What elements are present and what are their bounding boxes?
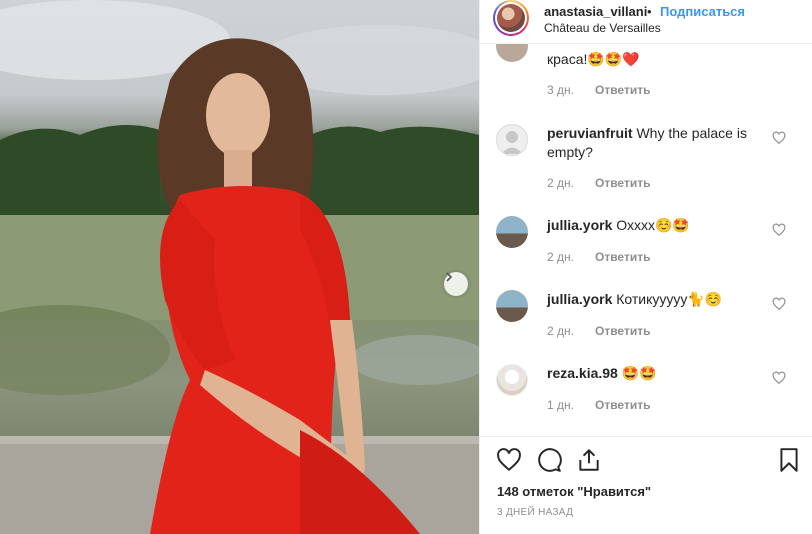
follow-button[interactable]: Подписаться [660, 4, 745, 19]
comment-icon[interactable] [536, 447, 562, 473]
commenter-avatar[interactable] [496, 290, 528, 322]
comment-text: jullia.york Котикууууу🐈☺️ [547, 290, 767, 309]
reply-button[interactable]: Ответить [595, 324, 650, 338]
comment-body: Охххх☺️🤩 [616, 217, 690, 233]
heart-icon[interactable] [496, 447, 522, 473]
comment-username[interactable]: peruvianfruit [547, 125, 633, 141]
post-date[interactable]: 3 ДНЕЙ НАЗАД [497, 507, 573, 518]
comment-like-icon[interactable] [772, 223, 786, 237]
header-separator: • [647, 4, 652, 19]
commenter-avatar[interactable] [496, 124, 528, 156]
comment-like-icon[interactable] [772, 131, 786, 145]
comment-age: 2 дн. [547, 176, 574, 190]
comment-text: reza.kia.98 🤩🤩 [547, 364, 767, 383]
comment-body: краса!🤩🤩❤️ [547, 51, 640, 67]
photo-illustration [0, 0, 479, 534]
comment-like-icon[interactable] [772, 297, 786, 311]
post-location[interactable]: Château de Versailles [544, 21, 661, 35]
comment-username[interactable]: jullia.york [547, 217, 612, 233]
comment-body: 🤩🤩 [621, 365, 657, 381]
reply-button[interactable]: Ответить [595, 176, 650, 190]
author-username[interactable]: anastasia_villani [544, 4, 647, 19]
comment-age: 3 дн. [547, 83, 574, 97]
reply-button[interactable]: Ответить [595, 83, 650, 97]
author-avatar-image [497, 4, 525, 32]
carousel-next-button[interactable] [444, 272, 468, 296]
comment-like-icon[interactable] [772, 371, 786, 385]
comment-username[interactable]: jullia.york [547, 291, 612, 307]
commenter-avatar[interactable] [496, 216, 528, 248]
commenter-avatar[interactable] [496, 44, 528, 62]
bookmark-icon[interactable] [776, 447, 802, 473]
reply-button[interactable]: Ответить [595, 250, 650, 264]
comment-body: Котикууууу🐈☺️ [616, 291, 723, 307]
comment-text: peruvianfruit Why the palace is empty? [547, 124, 767, 162]
commenter-avatar[interactable] [496, 364, 528, 396]
post-side-panel: anastasia_villani • Подписаться Château … [479, 0, 812, 534]
likes-count[interactable]: 148 отметок "Нравится" [497, 484, 651, 499]
comment-age: 2 дн. [547, 324, 574, 338]
post-actions: 148 отметок "Нравится" 3 ДНЕЙ НАЗАД [480, 436, 812, 534]
author-avatar[interactable] [493, 0, 529, 36]
reply-button[interactable]: Ответить [595, 398, 650, 412]
comment-text: краса!🤩🤩❤️ [547, 50, 767, 69]
post-photo[interactable] [0, 0, 479, 534]
post-header: anastasia_villani • Подписаться Château … [480, 0, 812, 44]
chevron-right-icon [446, 272, 453, 282]
comment-age: 1 дн. [547, 398, 574, 412]
comment-username[interactable]: reza.kia.98 [547, 365, 618, 381]
comment-age: 2 дн. [547, 250, 574, 264]
share-icon[interactable] [576, 447, 602, 473]
comment-text: jullia.york Охххх☺️🤩 [547, 216, 767, 235]
comments-list[interactable]: краса!🤩🤩❤️ 3 дн. Ответить peruvianfruit … [480, 44, 812, 436]
default-avatar-icon [501, 131, 523, 154]
